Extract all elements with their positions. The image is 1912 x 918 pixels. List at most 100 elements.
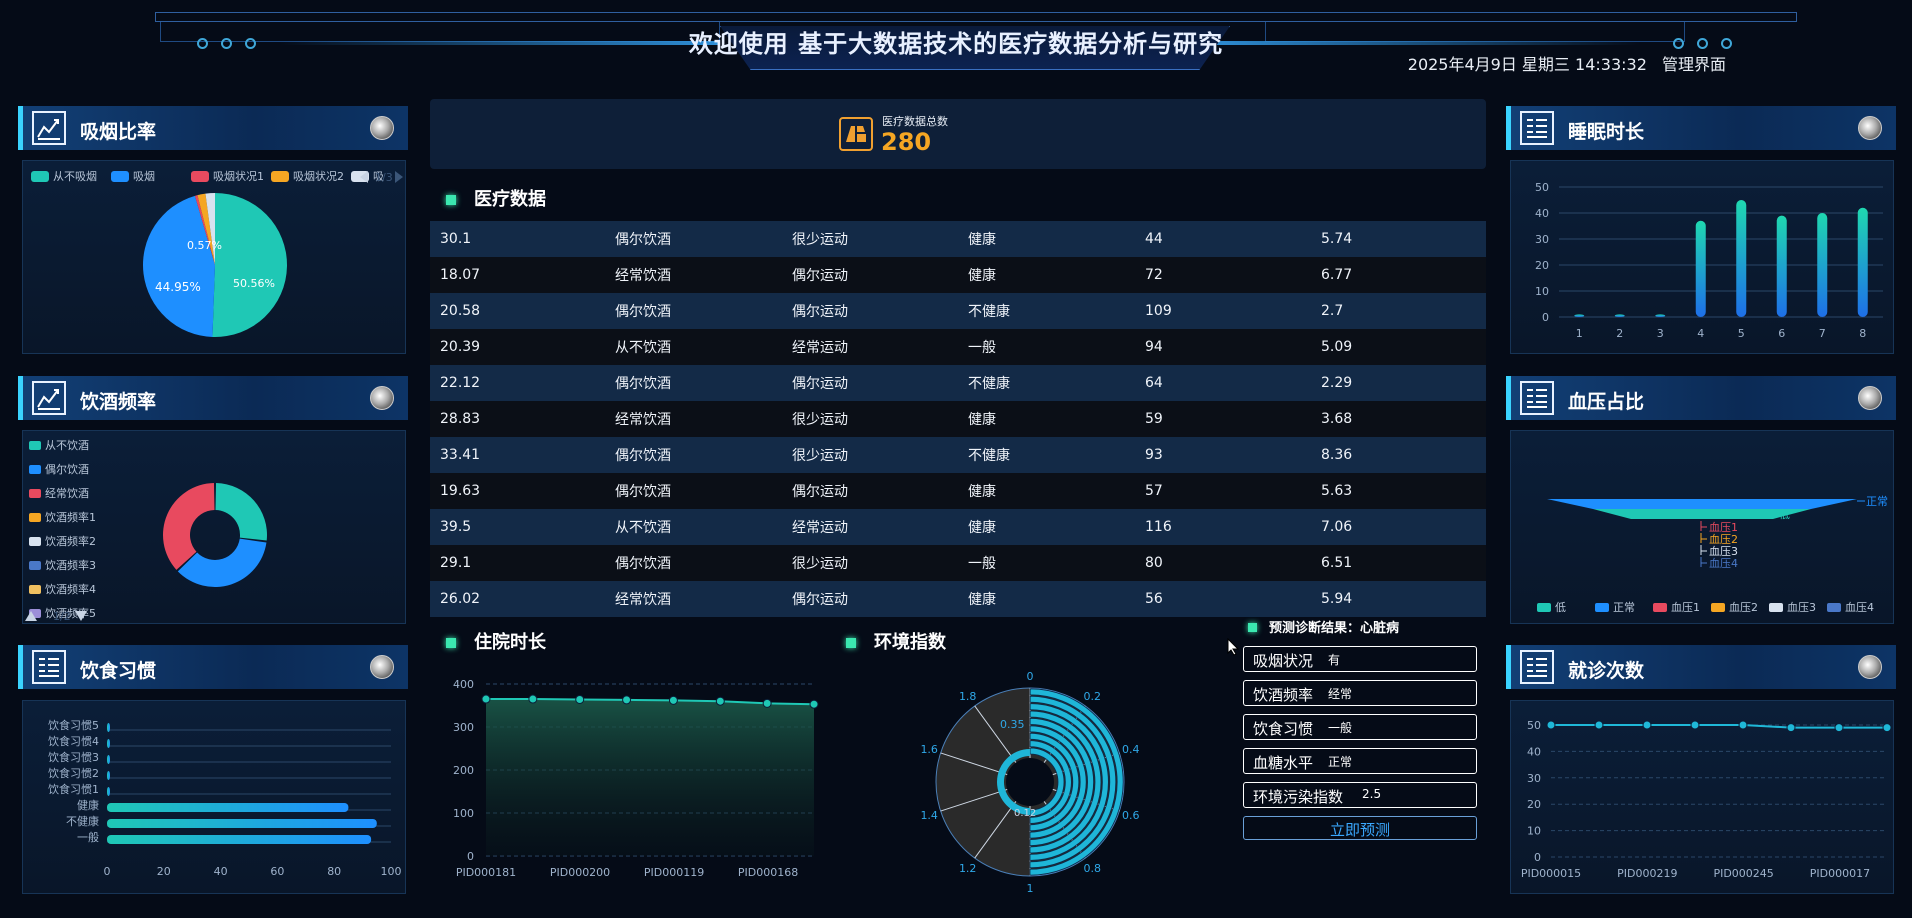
predict-result-text: 预测诊断结果：心脏病 [1269,621,1400,636]
axis-tick-label: 0.12 [1014,808,1036,819]
data-point [668,695,678,705]
predict-field-diet[interactable]: 饮食习惯 一般 [1243,714,1477,740]
legend-swatch [29,489,41,498]
funnel-label: 血压1 [1709,520,1738,534]
table-cell: 健康 [968,268,996,284]
table-cell: 健康 [968,484,996,500]
section-title-table: 医疗数据 [446,185,546,211]
axis-tick-label: 300 [453,721,474,734]
table-cell: 经常饮酒 [615,268,671,284]
axis-tick-label: 100 [381,865,402,878]
table-cell: 80 [1145,555,1163,571]
axis-tick-label: 一般 [77,831,99,844]
axis-tick-label: 100 [453,807,474,820]
panel-body-bp: 正常低血压1 血压2 血压3 血压4 低正常 血压1 血压2 血压3 血压4 [1510,430,1894,624]
table-cell: 偶尔饮酒 [615,448,671,464]
axis-tick-label: PID000015 [1521,867,1581,880]
axis-tick-label: 1 [1027,882,1034,895]
axis-tick-label: 5 [1738,327,1745,340]
panel-header-drinking: 饮酒频率 [18,376,408,420]
table-cell: 5.74 [1321,231,1353,247]
funnel-label: 血压4 [1709,556,1738,570]
legend-label: 饮酒频率4 [45,582,96,596]
legend-label: 正常 [1613,601,1635,614]
axis-tick-label: 0.4 [1122,743,1140,756]
table-cell: 偶尔饮酒 [615,304,671,320]
bar [107,739,110,748]
legend-label: 吸烟状况1 [213,169,264,183]
axis-tick-label: 1.4 [920,809,938,822]
table-row: 20.58 偶尔饮酒 偶尔运动 不健康 109 2.7 [430,293,1486,329]
hospital-area-chart: 0 100 200 300 400 PID000181 PID000200 PID000119… [453,678,819,879]
table-cell: 93 [1145,447,1163,463]
table-cell: 109 [1145,303,1172,319]
data-point [1594,720,1604,730]
table-cell: 偶尔饮酒 [615,232,671,248]
predict-field-env[interactable]: 环境污染指数 2.5 [1243,782,1477,808]
trend-chart-icon [32,381,66,415]
axis-tick-label: 8 [1859,327,1866,340]
field-label: 环境污染指数 [1253,788,1344,806]
legend-next-icon [395,171,403,183]
axis-tick-label: 0.2 [1084,690,1102,703]
predict-field-smoking[interactable]: 吸烟状况有 [1243,646,1477,672]
section-bullet-icon [846,638,856,648]
axis-tick-label: 6 [1778,327,1785,340]
drinking-donut-chart: 从不饮酒偶尔饮酒经常饮酒饮酒频率1饮酒频率2饮酒频率3饮酒频率4饮酒频率51/2 [25,439,267,623]
knob-icon[interactable] [1858,655,1882,679]
funnel-label: 血压2 [1709,532,1738,546]
table-cell: 一般 [968,340,996,356]
admin-link[interactable]: 管理界面 [1662,55,1726,74]
predict-button[interactable]: 立即预测 [1243,816,1477,840]
axis-tick-label: 20 [1535,259,1549,272]
field-value: 有 [1328,653,1341,667]
knob-icon[interactable] [1858,116,1882,140]
funnel-label: 血压3 [1709,544,1738,558]
panel-title: 就诊次数 [1568,660,1645,682]
axis-tick-label: PID000119 [644,866,704,879]
axis-tick-label: 10 [1527,825,1541,838]
data-point [1882,723,1892,733]
predict-field-drinking[interactable]: 饮酒频率 经常 [1243,680,1477,706]
env-polar-chart: 0 0.2 0.4 0.6 0.8 1 1.2 1.4 1.6 1.8 0.35 0.12 [920,670,1140,895]
funnel-label: 正常 [1866,495,1888,508]
knob-icon[interactable] [370,116,394,140]
data-point [762,698,772,708]
table-cell: 从不饮酒 [615,520,671,536]
data-label: 50.56% [233,277,275,290]
data-point [1786,723,1796,733]
section-bullet-icon [1248,623,1257,632]
table-cell: 18.07 [440,267,481,283]
table-row: 20.39 从不饮酒 经常运动 一般 94 5.09 [430,329,1486,365]
axis-tick-label: 1 [1576,327,1583,340]
table-cell: 经常运动 [792,520,848,536]
table-cell: 经常饮酒 [615,412,671,428]
axis-tick-label: 50 [1527,719,1541,732]
predict-field-glucose[interactable]: 血糖水平 正常 [1243,748,1477,774]
legend-label: 吸烟 [133,169,155,183]
table-cell: 不健康 [968,376,1010,392]
data-point [481,694,491,704]
legend-swatch [1595,603,1609,612]
datetime: 2025年4月9日 星期三 14:33:32 [1407,55,1647,74]
table-cell: 7.06 [1321,519,1353,535]
knob-icon[interactable] [370,386,394,410]
smoking-pie-chart: 从不吸烟 吸烟 吸烟状况1 吸烟状况2 吸1/350.56%44.95%0.57% [31,169,403,337]
legend-label: 吸烟状况2 [293,169,344,183]
table-cell: 39.5 [440,519,472,535]
field-value: 正常 [1328,755,1353,769]
area-fill [486,699,814,856]
table-cell: 一般 [968,556,996,572]
list-icon [1520,650,1554,684]
bar [1776,215,1787,317]
knob-icon[interactable] [370,655,394,679]
axis-tick-label: PID000168 [738,866,798,879]
knob-icon[interactable] [1858,386,1882,410]
table-row: 29.1 偶尔饮酒 很少运动 一般 80 6.51 [430,545,1486,581]
axis-tick-label: 7 [1819,327,1826,340]
legend-swatch [29,585,41,594]
data-point [1738,720,1748,730]
axis-tick-label: 30 [1527,772,1541,785]
axis-tick-label: 0.6 [1122,809,1140,822]
axis-tick-label: PID000219 [1617,867,1677,880]
